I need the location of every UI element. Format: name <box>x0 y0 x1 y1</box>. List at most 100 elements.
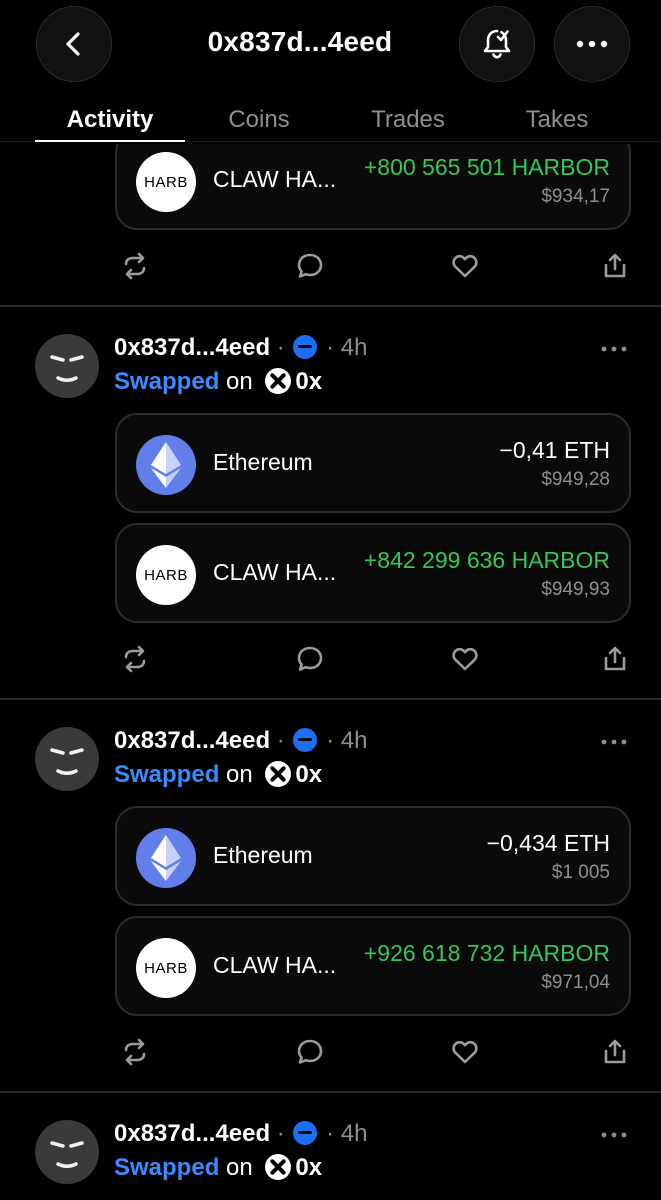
verified-badge-icon <box>293 728 318 752</box>
tab-activity[interactable]: Activity <box>35 106 185 134</box>
token-card[interactable]: Ethereum −0,41 ETH $949,28 <box>115 413 631 513</box>
post-actions <box>0 639 661 679</box>
post-more-button[interactable] <box>600 727 628 753</box>
back-button[interactable] <box>36 6 112 82</box>
zero-x-exchange-icon <box>265 761 292 787</box>
token-amount: −0,434 ETH <box>486 830 610 856</box>
verified-badge-icon <box>293 1121 318 1145</box>
action-verb[interactable]: Swapped <box>114 368 219 395</box>
usd-value: $1 005 <box>551 862 610 883</box>
share-icon <box>604 646 626 671</box>
verified-badge-icon <box>293 335 318 359</box>
exchange-name[interactable]: 0x <box>295 368 322 395</box>
post-more-button[interactable] <box>600 334 628 360</box>
zero-x-exchange-icon <box>265 1154 292 1180</box>
exchange-name[interactable]: 0x <box>295 761 322 788</box>
avatar-face-icon <box>50 1141 84 1168</box>
post-time: 4h <box>340 334 368 361</box>
action-line: Swapped on 0x <box>114 1154 322 1182</box>
like-button[interactable] <box>445 639 485 679</box>
post-time: 4h <box>340 1120 368 1147</box>
top-bar: 0x837d...4eed Activity Coins Trades Take… <box>0 0 661 144</box>
like-icon <box>452 647 478 671</box>
active-tab-indicator <box>35 140 185 142</box>
bell-check-icon <box>483 29 511 59</box>
share-button[interactable] <box>595 246 635 286</box>
meta-separator: · <box>326 334 335 361</box>
action-preposition: on <box>226 368 253 395</box>
tab-takes[interactable]: Takes <box>482 106 632 134</box>
token-name: CLAW HA... <box>213 559 337 585</box>
avatar-face-icon <box>50 748 84 775</box>
post-actions <box>0 1032 661 1072</box>
share-icon <box>604 1039 626 1064</box>
zero-x-exchange-icon <box>265 368 292 394</box>
comment-button[interactable] <box>290 1032 330 1072</box>
comment-icon <box>297 646 323 671</box>
meta-separator: · <box>326 727 335 754</box>
comment-button[interactable] <box>290 246 330 286</box>
meta-separator: · <box>276 1120 285 1147</box>
token-amount: +842 299 636 HARBOR <box>363 547 610 573</box>
tab-trades[interactable]: Trades <box>333 106 483 134</box>
post-actions <box>0 246 661 286</box>
page-title: 0x837d...4eed <box>207 26 393 57</box>
activity-post: 0x837d...4eed · · 4h Swapped on 0x Ether… <box>0 699 661 1092</box>
author-name[interactable]: 0x837d...4eed <box>114 334 270 361</box>
usd-value: $949,93 <box>541 579 610 600</box>
more-button[interactable] <box>554 6 630 82</box>
action-verb[interactable]: Swapped <box>114 1154 219 1181</box>
meta-separator: · <box>276 334 285 361</box>
notify-button[interactable] <box>459 6 535 82</box>
like-button[interactable] <box>445 246 485 286</box>
usd-value: $934,17 <box>541 186 610 207</box>
author-line: 0x837d...4eed · · 4h <box>114 334 368 362</box>
wallet-activity-screen: 0x837d...4eed Activity Coins Trades Take… <box>0 0 661 1200</box>
repost-button[interactable] <box>115 246 155 286</box>
ethereum-logo-icon <box>136 435 196 495</box>
share-button[interactable] <box>595 1032 635 1072</box>
author-line: 0x837d...4eed · · 4h <box>114 1120 368 1148</box>
author-name[interactable]: 0x837d...4eed <box>114 1120 270 1147</box>
token-card[interactable]: Ethereum −0,434 ETH $1 005 <box>115 806 631 906</box>
avatar[interactable] <box>35 334 99 398</box>
meta-separator: · <box>326 1120 335 1147</box>
meta-separator: · <box>276 727 285 754</box>
repost-button[interactable] <box>115 639 155 679</box>
activity-post: 0x837d...4eed · · 4h Swapped on 0x Ether… <box>0 306 661 699</box>
chevron-left-icon <box>66 32 80 56</box>
share-icon <box>604 253 626 278</box>
like-icon <box>452 254 478 278</box>
avatar[interactable] <box>35 1120 99 1184</box>
repost-button[interactable] <box>115 1032 155 1072</box>
action-line: Swapped on 0x <box>114 368 322 396</box>
action-preposition: on <box>226 1154 253 1181</box>
token-card[interactable]: HARB CLAW HA... +842 299 636 HARBOR $949… <box>115 523 631 623</box>
action-verb[interactable]: Swapped <box>114 761 219 788</box>
token-amount: −0,41 ETH <box>499 437 610 463</box>
token-card[interactable]: HARB CLAW HA... +926 618 732 HARBOR $971… <box>115 916 631 1016</box>
exchange-name[interactable]: 0x <box>295 1154 322 1181</box>
comment-icon <box>297 253 323 278</box>
author-name[interactable]: 0x837d...4eed <box>114 727 270 754</box>
tab-coins[interactable]: Coins <box>184 106 334 134</box>
token-name: Ethereum <box>213 449 313 475</box>
comment-icon <box>297 1039 323 1064</box>
repost-icon <box>124 252 146 280</box>
share-button[interactable] <box>595 639 635 679</box>
avatar-face-icon <box>50 355 84 382</box>
repost-icon <box>124 1038 146 1066</box>
post-more-button[interactable] <box>600 1120 628 1146</box>
comment-button[interactable] <box>290 639 330 679</box>
ellipsis-icon <box>601 346 627 352</box>
action-line: Swapped on 0x <box>114 761 322 789</box>
ellipsis-icon <box>601 1132 627 1138</box>
token-name: Ethereum <box>213 842 313 868</box>
usd-value: $949,28 <box>541 469 610 490</box>
token-card[interactable]: HARB CLAW HA... +800 565 501 HARBOR $934… <box>115 130 631 230</box>
avatar[interactable] <box>35 727 99 791</box>
post-time: 4h <box>340 727 368 754</box>
like-button[interactable] <box>445 1032 485 1072</box>
like-icon <box>452 1040 478 1064</box>
harbor-token-logo: HARB <box>136 938 196 998</box>
